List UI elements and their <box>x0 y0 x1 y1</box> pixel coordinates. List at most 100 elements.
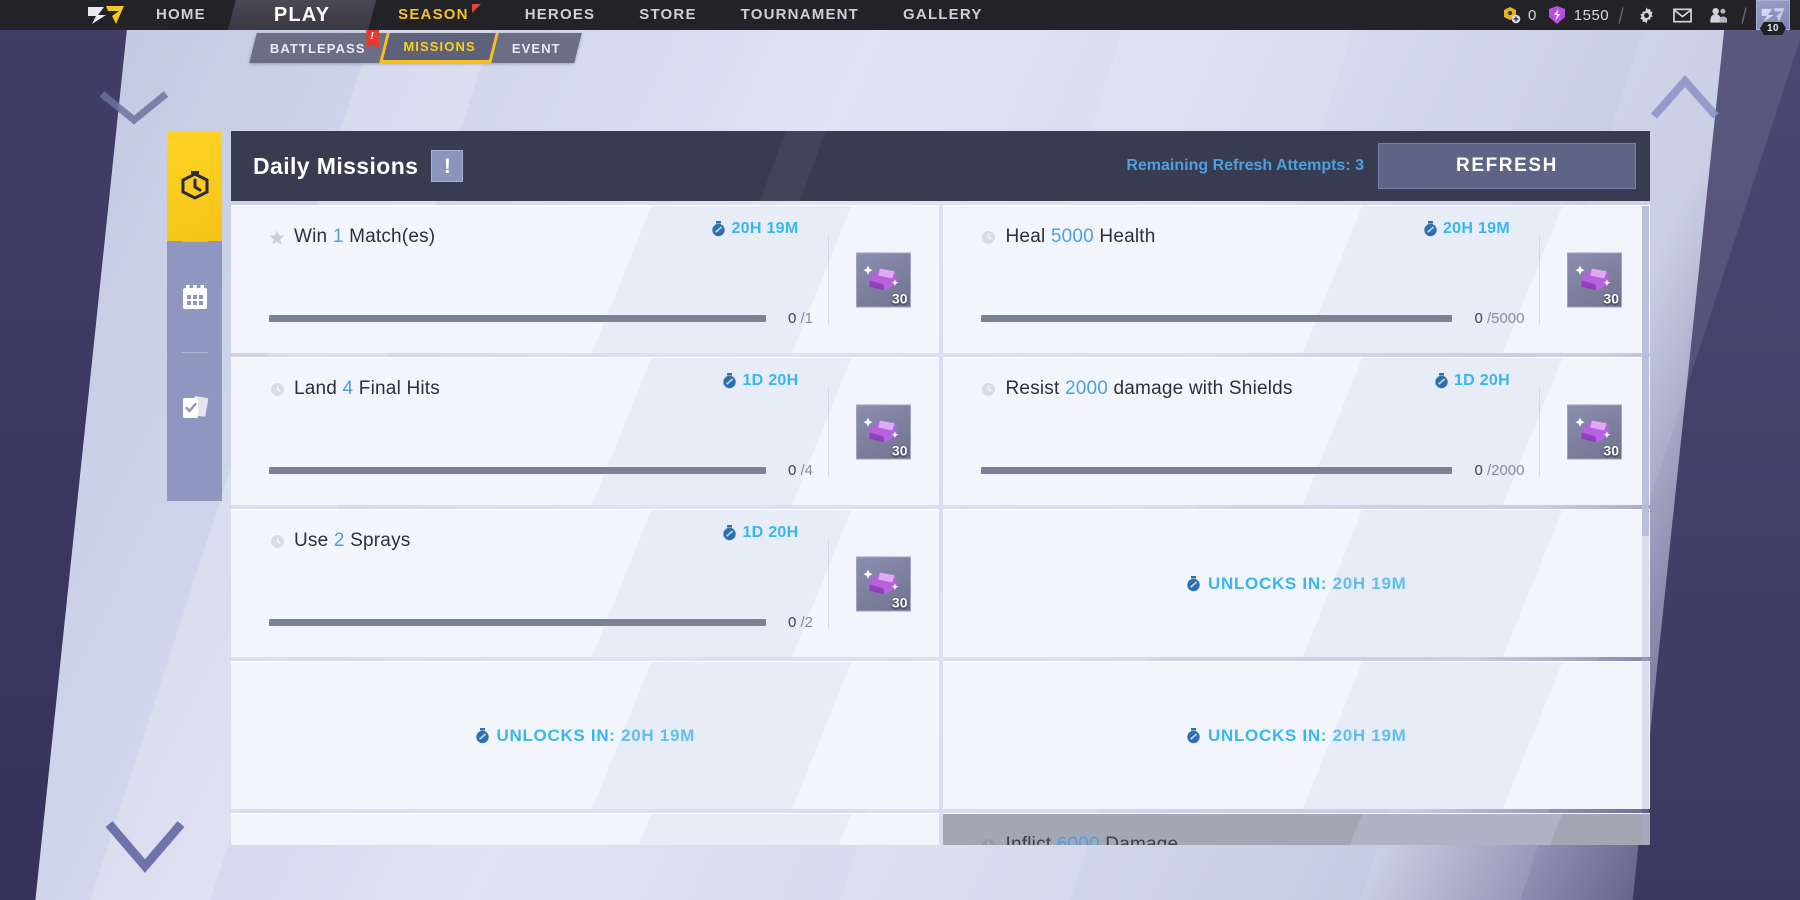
progress-bar <box>269 315 766 322</box>
mission-reward[interactable]: 30 <box>856 556 911 611</box>
mission-card-body: Resist 2000 damage with Shields 1D 20H 0… <box>943 358 1651 505</box>
mission-description: Use 2 Sprays <box>294 530 410 552</box>
nav-item-gallery[interactable]: GALLERY <box>881 0 1005 30</box>
divider: | <box>1617 5 1626 25</box>
game-screen: HOME PLAY SEASON HEROES STORE TOURNAMENT… <box>0 0 1800 900</box>
player-level-badge: 10 <box>1760 22 1786 35</box>
season-new-flag-icon <box>472 4 481 13</box>
currency-gold[interactable]: 0 <box>1501 5 1537 25</box>
mission-card-body <box>231 814 939 845</box>
tab-missions[interactable]: MISSIONS <box>379 33 499 63</box>
stopwatch-icon <box>722 525 737 541</box>
tab-battlepass[interactable]: BATTLEPASS ! <box>249 33 386 63</box>
calendar-icon <box>180 282 210 312</box>
mission-timer: 20H 19M <box>1423 220 1510 238</box>
nav-item-play[interactable]: PLAY <box>228 0 376 30</box>
mission-card[interactable]: Use 2 Sprays 1D 20H 0 /2 <box>231 509 939 657</box>
mission-card-body: Land 4 Final Hits 1D 20H 0 /4 <box>231 358 939 505</box>
sidebar-item-daily[interactable] <box>167 131 222 241</box>
currency-shard-value: 1550 <box>1574 7 1609 24</box>
circle-icon <box>269 533 285 549</box>
info-badge[interactable]: ! <box>431 150 463 182</box>
cards-achievement-icon <box>179 393 211 423</box>
progress-count: 0 /5000 <box>1474 310 1524 327</box>
nav-item-tournament[interactable]: TOURNAMENT <box>719 0 881 30</box>
mission-title-row: Land 4 Final Hits <box>269 378 939 400</box>
purple-shard-icon <box>1547 5 1567 25</box>
stopwatch-icon <box>711 221 726 237</box>
unlock-timer: UNLOCKS IN: 20H 19M <box>1186 574 1406 594</box>
stopwatch-icon <box>1186 576 1201 592</box>
page-title: Daily Missions <box>253 153 418 180</box>
mission-title-row: Use 2 Sprays <box>269 530 939 552</box>
mission-progress: 0 /1 <box>269 310 813 327</box>
progress-bar <box>981 467 1453 474</box>
reward-quantity: 30 <box>1603 290 1619 306</box>
decorative-arrow-icon <box>100 90 170 130</box>
unlock-timer-label: UNLOCKS IN: 20H 19M <box>1208 726 1406 746</box>
nav-item-season-label: SEASON <box>398 6 469 23</box>
mission-card[interactable]: Heal 5000 Health 20H 19M 0 /5000 <box>943 205 1651 353</box>
nav-items: HOME PLAY SEASON HEROES STORE TOURNAMENT… <box>0 0 1005 30</box>
game-logo-icon[interactable] <box>84 2 128 28</box>
unlock-timer-label: UNLOCKS IN: 20H 19M <box>497 726 695 746</box>
mission-card[interactable]: Win 1 Match(es) 20H 19M 0 /1 <box>231 205 939 353</box>
currency-gold-value: 0 <box>1528 7 1537 24</box>
mission-reward[interactable]: 30 <box>856 252 911 307</box>
reward-quantity: 30 <box>892 442 908 458</box>
scrollbar-thumb[interactable] <box>1642 206 1649 536</box>
nav-right-cluster: 0 1550 | <box>1501 0 1800 30</box>
mission-timer-label: 1D 20H <box>742 372 798 390</box>
tab-event-label: EVENT <box>512 41 561 56</box>
nav-item-heroes[interactable]: HEROES <box>503 0 618 30</box>
mission-card-body: Win 1 Match(es) 20H 19M 0 /1 <box>231 206 939 353</box>
nav-item-home[interactable]: HOME <box>134 0 228 30</box>
mission-reward[interactable]: 30 <box>1567 404 1622 459</box>
sub-tab-bar: BATTLEPASS ! MISSIONS EVENT <box>249 33 581 63</box>
mission-card-body: Inflict 6000 Damage <box>943 814 1651 845</box>
circle-icon <box>981 837 997 845</box>
progress-count: 0 /4 <box>788 462 813 479</box>
friends-icon[interactable] <box>1706 2 1732 28</box>
mission-card[interactable] <box>231 813 939 845</box>
mission-timer-label: 1D 20H <box>1454 372 1510 390</box>
refresh-button[interactable]: REFRESH <box>1378 143 1636 189</box>
reward-quantity: 30 <box>892 290 908 306</box>
mission-timer: 1D 20H <box>1434 372 1510 390</box>
stopwatch-icon <box>1186 728 1201 744</box>
mission-card-disabled[interactable]: Inflict 6000 Damage <box>943 813 1651 845</box>
mission-reward[interactable]: 30 <box>1567 252 1622 307</box>
missions-grid: Win 1 Match(es) 20H 19M 0 /1 <box>231 201 1650 845</box>
divider <box>828 538 829 629</box>
panel-scrollbar[interactable] <box>1642 206 1649 845</box>
sidebar-item-weekly[interactable] <box>167 242 222 352</box>
daily-timer-icon <box>180 170 210 202</box>
mission-reward[interactable]: 30 <box>856 404 911 459</box>
avatar[interactable]: 10 <box>1756 0 1790 30</box>
divider <box>1539 234 1540 325</box>
mission-timer: 1D 20H <box>722 524 798 542</box>
remaining-refresh-attempts: Remaining Refresh Attempts: 3 <box>1126 157 1364 175</box>
mission-title-row: Resist 2000 damage with Shields <box>981 378 1651 400</box>
currency-shard[interactable]: 1550 <box>1547 5 1609 25</box>
sidebar-item-achievements[interactable] <box>167 353 222 463</box>
nav-item-season[interactable]: SEASON <box>376 0 503 30</box>
envelope-icon[interactable] <box>1670 2 1696 28</box>
mission-description: Inflict 6000 Damage <box>1006 834 1179 845</box>
tab-event[interactable]: EVENT <box>491 33 581 63</box>
gear-icon[interactable] <box>1634 2 1660 28</box>
stopwatch-icon <box>1423 221 1438 237</box>
mission-title-row: Win 1 Match(es) <box>269 226 939 248</box>
mission-card[interactable]: Resist 2000 damage with Shields 1D 20H 0… <box>943 357 1651 505</box>
nav-item-store[interactable]: STORE <box>617 0 718 30</box>
mission-timer: 20H 19M <box>711 220 798 238</box>
tab-missions-label: MISSIONS <box>403 39 475 54</box>
mission-progress: 0 /2 <box>269 614 813 631</box>
mission-card[interactable]: Land 4 Final Hits 1D 20H 0 /4 <box>231 357 939 505</box>
progress-count: 0 /2 <box>788 614 813 631</box>
unlock-timer-label: UNLOCKS IN: 20H 19M <box>1208 574 1406 594</box>
mission-description: Resist 2000 damage with Shields <box>1006 378 1293 400</box>
circle-icon <box>981 381 997 397</box>
mission-card-body: Heal 5000 Health 20H 19M 0 /5000 <box>943 206 1651 353</box>
mission-title-row: Heal 5000 Health <box>981 226 1651 248</box>
